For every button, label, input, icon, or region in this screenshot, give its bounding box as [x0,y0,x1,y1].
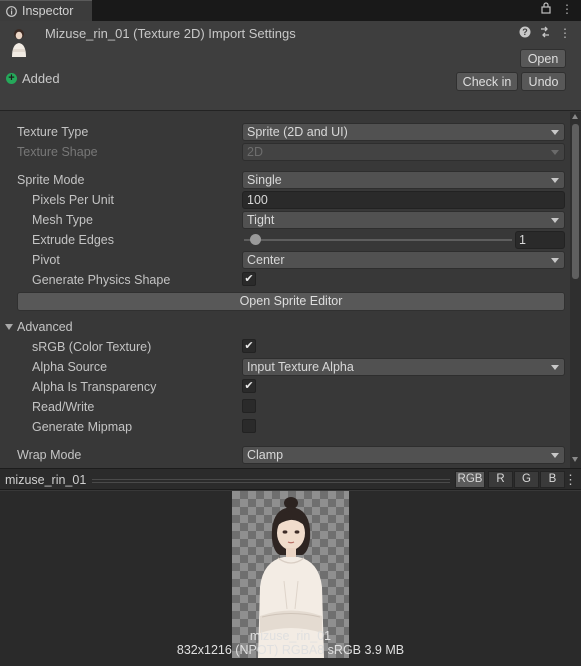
preview-caption-info: 832x1216 (NPOT) RGBA8 sRGB 3.9 MB [176,643,405,657]
field-label: Read/Write [32,400,95,414]
slider-handle[interactable] [250,234,261,245]
preview-caption-name: mizuse_rin_01 [249,629,332,643]
inspector-header: Mizuse_rin_01 (Texture 2D) Import Settin… [0,21,581,111]
vertical-scrollbar[interactable] [570,112,581,468]
preview-title: mizuse_rin_01 [5,473,87,487]
field-label: Extrude Edges [32,233,114,247]
svg-text:?: ? [522,27,528,37]
field-label: Texture Type [17,125,89,139]
alpha-is-transparency-checkbox[interactable]: ✔ [242,379,256,393]
help-icon[interactable]: ? [519,26,531,41]
open-button[interactable]: Open [520,49,566,68]
pivot-row: Pivot Center [0,251,570,269]
chevron-down-icon [551,218,559,223]
chevron-down-icon [551,453,559,458]
extrude-edges-row: Extrude Edges 1 [0,231,570,249]
asset-thumbnail [8,27,30,59]
pixels-per-unit-input[interactable]: 100 [242,191,565,209]
open-sprite-editor-button[interactable]: Open Sprite Editor [17,292,565,311]
chevron-down-icon [551,178,559,183]
chevron-down-icon [551,150,559,155]
vcs-status: + Added [6,71,60,86]
channel-g-button[interactable]: G [514,471,539,488]
sprite-mode-dropdown[interactable]: Single [242,171,565,189]
sprite-mode-row: Sprite Mode Single [0,171,570,189]
kebab-menu-icon[interactable]: ⋮ [559,26,571,41]
scroll-down-icon[interactable] [572,457,578,462]
lock-icon[interactable] [541,2,551,17]
check-in-button[interactable]: Check in [456,72,518,91]
pivot-dropdown[interactable]: Center [242,251,565,269]
tab-bar: Inspector ⋮ [0,0,581,21]
scrollbar-thumb[interactable] [572,124,579,279]
kebab-menu-icon[interactable]: ⋮ [561,2,573,17]
sprite-editor-row: Open Sprite Editor [0,292,570,311]
undo-button[interactable]: Undo [521,72,566,91]
generate-mipmap-checkbox[interactable] [242,419,256,433]
kebab-menu-icon[interactable]: ⋮ [564,472,577,488]
import-settings: Texture Type Sprite (2D and UI) Texture … [0,112,570,468]
header-title: Mizuse_rin_01 (Texture 2D) Import Settin… [45,26,296,41]
mesh-type-row: Mesh Type Tight [0,211,570,229]
field-label: sRGB (Color Texture) [32,340,152,354]
field-label: Pixels Per Unit [32,193,114,207]
scroll-up-icon[interactable] [572,114,578,119]
texture-preview: mizuse_rin_01 832x1216 (NPOT) RGBA8 sRGB… [0,491,581,666]
alpha-source-dropdown[interactable]: Input Texture Alpha [242,358,565,376]
field-label: Wrap Mode [17,448,82,462]
tab-label: Inspector [22,4,74,18]
advanced-foldout[interactable]: Advanced [0,318,570,336]
physics-shape-row: Generate Physics Shape ✔ [0,271,570,289]
channel-b-button[interactable]: B [540,471,565,488]
alpha-source-row: Alpha Source Input Texture Alpha [0,358,570,376]
status-text: Added [22,71,60,86]
read-write-checkbox[interactable] [242,399,256,413]
info-icon [6,5,17,17]
texture-type-dropdown[interactable]: Sprite (2D and UI) [242,123,565,141]
extrude-edges-input[interactable]: 1 [515,231,565,249]
field-label: Pivot [32,253,60,267]
extrude-edges-slider[interactable] [244,239,512,241]
texture-shape-dropdown: 2D [242,143,565,161]
tab-inspector[interactable]: Inspector [0,0,92,21]
chevron-down-icon [551,365,559,370]
preset-icon[interactable] [539,26,551,41]
channel-rgb-button[interactable]: RGB [455,471,485,488]
texture-shape-row: Texture Shape 2D [0,143,570,161]
srgb-row: sRGB (Color Texture) ✔ [0,338,570,356]
mipmap-row: Generate Mipmap [0,418,570,436]
preview-toolbar: mizuse_rin_01 RGB R G B ⋮ [0,468,581,490]
generate-physics-shape-checkbox[interactable]: ✔ [242,272,256,286]
field-label: Mesh Type [32,213,93,227]
wrap-mode-row: Wrap Mode Clamp [0,446,570,464]
chevron-down-icon [551,130,559,135]
field-label: Generate Mipmap [32,420,133,434]
wrap-mode-dropdown[interactable]: Clamp [242,446,565,464]
drag-handle[interactable] [92,479,450,483]
field-label: Alpha Is Transparency [32,380,157,394]
srgb-checkbox[interactable]: ✔ [242,339,256,353]
plus-circle-icon: + [6,73,17,84]
read-write-row: Read/Write [0,398,570,416]
field-label: Generate Physics Shape [32,273,171,287]
field-label: Texture Shape [17,145,98,159]
alpha-transparency-row: Alpha Is Transparency ✔ [0,378,570,396]
foldout-arrow-icon[interactable] [5,324,13,330]
field-label: Sprite Mode [17,173,85,187]
mesh-type-dropdown[interactable]: Tight [242,211,565,229]
chevron-down-icon [551,258,559,263]
channel-r-button[interactable]: R [488,471,513,488]
field-label: Alpha Source [32,360,108,374]
advanced-label[interactable]: Advanced [17,320,73,334]
pixels-per-unit-row: Pixels Per Unit 100 [0,191,570,209]
texture-type-row: Texture Type Sprite (2D and UI) [0,123,570,141]
